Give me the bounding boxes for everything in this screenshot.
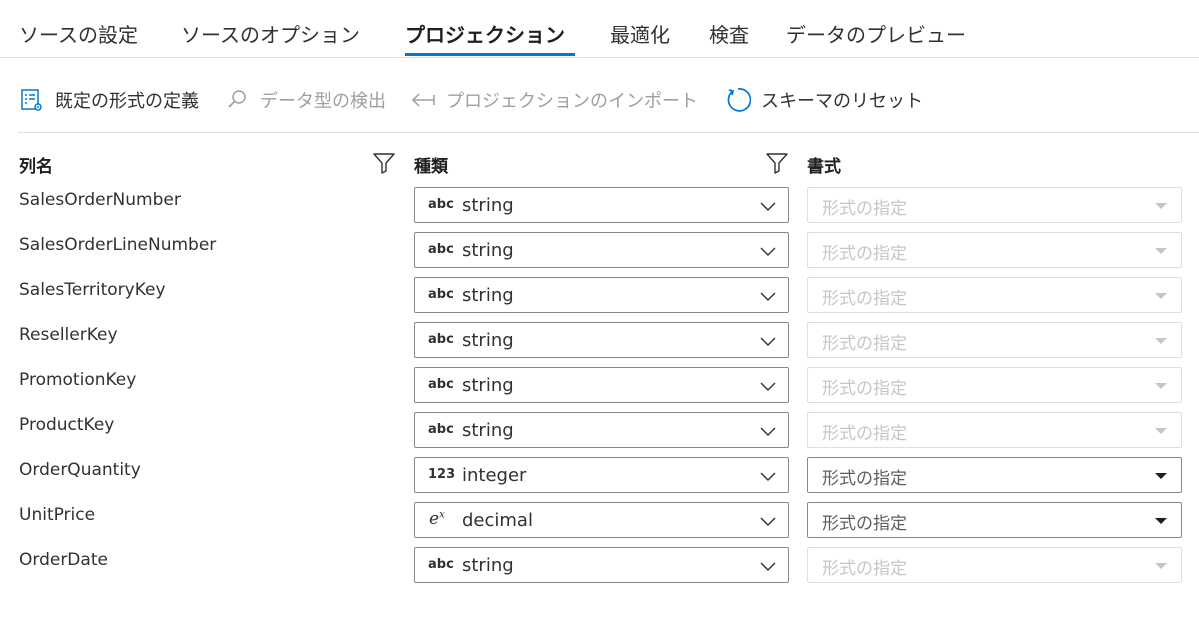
refresh-icon bbox=[725, 87, 751, 113]
string-type-icon: abc bbox=[428, 197, 454, 212]
caret-down-icon bbox=[1155, 563, 1167, 569]
import-projection-label: プロジェクションのインポート bbox=[446, 91, 698, 112]
filter-icon[interactable] bbox=[372, 151, 396, 175]
detect-data-types-label: データ型の検出 bbox=[260, 91, 386, 112]
active-tab-indicator bbox=[405, 53, 575, 56]
chevron-down-icon bbox=[760, 292, 776, 301]
type-dropdown[interactable]: abc string bbox=[414, 277, 789, 313]
caret-down-icon bbox=[1155, 203, 1167, 209]
string-type-icon: abc bbox=[428, 287, 454, 302]
type-dropdown[interactable]: abc string bbox=[414, 367, 789, 403]
tab-bar: ソースの設定 ソースのオプション プロジェクション 最適化 検査 データのプレビ… bbox=[0, 0, 1199, 58]
type-value: decimal bbox=[462, 510, 533, 531]
column-name: OrderDate bbox=[19, 550, 108, 570]
caret-down-icon bbox=[1155, 383, 1167, 389]
format-placeholder: 形式の指定 bbox=[822, 199, 907, 219]
format-placeholder: 形式の指定 bbox=[822, 514, 907, 534]
type-value: integer bbox=[462, 465, 527, 486]
search-icon bbox=[224, 87, 250, 113]
tab-source-settings[interactable]: ソースの設定 bbox=[19, 19, 138, 48]
type-value: string bbox=[462, 330, 514, 351]
format-settings-icon bbox=[19, 87, 45, 113]
type-value: string bbox=[462, 195, 514, 216]
format-placeholder: 形式の指定 bbox=[822, 244, 907, 264]
tab-source-options[interactable]: ソースのオプション bbox=[181, 19, 360, 48]
type-value: string bbox=[462, 240, 514, 261]
format-dropdown[interactable]: 形式の指定 bbox=[807, 457, 1182, 493]
column-header-format: 書式 bbox=[807, 157, 841, 177]
column-name: PromotionKey bbox=[19, 370, 137, 390]
chevron-down-icon bbox=[760, 562, 776, 571]
type-value: string bbox=[462, 555, 514, 576]
string-type-icon: abc bbox=[428, 557, 454, 572]
define-default-format-label: 既定の形式の定義 bbox=[55, 91, 199, 112]
type-dropdown[interactable]: 123 integer bbox=[414, 457, 789, 493]
type-dropdown[interactable]: abc string bbox=[414, 547, 789, 583]
column-name: SalesOrderLineNumber bbox=[19, 235, 217, 255]
toolbar: 既定の形式の定義 データ型の検出 プロジェクションのインポート スキーマのリセッ… bbox=[0, 58, 1199, 133]
tab-data-preview[interactable]: データのプレビュー bbox=[786, 19, 966, 48]
detect-data-types-button[interactable]: データ型の検出 bbox=[224, 86, 386, 114]
type-value: string bbox=[462, 375, 514, 396]
tab-optimize[interactable]: 最適化 bbox=[610, 19, 670, 48]
toolbar-divider bbox=[18, 132, 1199, 133]
string-type-icon: abc bbox=[428, 377, 454, 392]
format-dropdown: 形式の指定 bbox=[807, 232, 1182, 268]
format-dropdown: 形式の指定 bbox=[807, 367, 1182, 403]
column-name: UnitPrice bbox=[19, 505, 96, 525]
arrow-left-icon bbox=[410, 87, 436, 113]
format-dropdown: 形式の指定 bbox=[807, 322, 1182, 358]
tab-projection[interactable]: プロジェクション bbox=[405, 19, 565, 48]
caret-down-icon bbox=[1155, 338, 1167, 344]
format-placeholder: 形式の指定 bbox=[822, 559, 907, 579]
format-dropdown: 形式の指定 bbox=[807, 187, 1182, 223]
chevron-down-icon bbox=[760, 202, 776, 211]
format-placeholder: 形式の指定 bbox=[822, 379, 907, 399]
type-dropdown[interactable]: abc string bbox=[414, 412, 789, 448]
caret-down-icon bbox=[1155, 518, 1167, 524]
format-dropdown: 形式の指定 bbox=[807, 277, 1182, 313]
define-default-format-button[interactable]: 既定の形式の定義 bbox=[19, 86, 199, 114]
string-type-icon: abc bbox=[428, 332, 454, 347]
type-dropdown[interactable]: abc string bbox=[414, 322, 789, 358]
chevron-down-icon bbox=[760, 247, 776, 256]
column-name: ProductKey bbox=[19, 415, 115, 435]
chevron-down-icon bbox=[760, 382, 776, 391]
chevron-down-icon bbox=[760, 472, 776, 481]
string-type-icon: abc bbox=[428, 242, 454, 257]
caret-down-icon bbox=[1155, 428, 1167, 434]
column-header-type: 種類 bbox=[414, 157, 448, 177]
format-placeholder: 形式の指定 bbox=[822, 334, 907, 354]
format-dropdown[interactable]: 形式の指定 bbox=[807, 502, 1182, 538]
type-dropdown[interactable]: abc string bbox=[414, 187, 789, 223]
chevron-down-icon bbox=[760, 427, 776, 436]
column-name: ResellerKey bbox=[19, 325, 118, 345]
format-dropdown: 形式の指定 bbox=[807, 547, 1182, 583]
column-name: SalesOrderNumber bbox=[19, 190, 181, 210]
format-placeholder: 形式の指定 bbox=[822, 424, 907, 444]
type-value: string bbox=[462, 420, 514, 441]
column-name: SalesTerritoryKey bbox=[19, 280, 166, 300]
caret-down-icon bbox=[1155, 293, 1167, 299]
reset-schema-label: スキーマのリセット bbox=[761, 91, 923, 112]
decimal-type-icon: ex bbox=[429, 509, 445, 529]
string-type-icon: abc bbox=[428, 422, 454, 437]
chevron-down-icon bbox=[760, 517, 776, 526]
import-projection-button[interactable]: プロジェクションのインポート bbox=[410, 86, 698, 114]
type-value: string bbox=[462, 285, 514, 306]
type-dropdown[interactable]: abc string bbox=[414, 232, 789, 268]
caret-down-icon bbox=[1155, 248, 1167, 254]
format-dropdown: 形式の指定 bbox=[807, 412, 1182, 448]
integer-type-icon: 123 bbox=[428, 467, 456, 482]
column-name: OrderQuantity bbox=[19, 460, 141, 480]
format-placeholder: 形式の指定 bbox=[822, 289, 907, 309]
filter-icon[interactable] bbox=[765, 151, 789, 175]
caret-down-icon bbox=[1155, 473, 1167, 479]
column-header-name: 列名 bbox=[19, 157, 53, 177]
reset-schema-button[interactable]: スキーマのリセット bbox=[725, 86, 923, 114]
tab-inspect[interactable]: 検査 bbox=[709, 19, 749, 48]
type-dropdown[interactable]: ex decimal bbox=[414, 502, 789, 538]
chevron-down-icon bbox=[760, 337, 776, 346]
format-placeholder: 形式の指定 bbox=[822, 469, 907, 489]
